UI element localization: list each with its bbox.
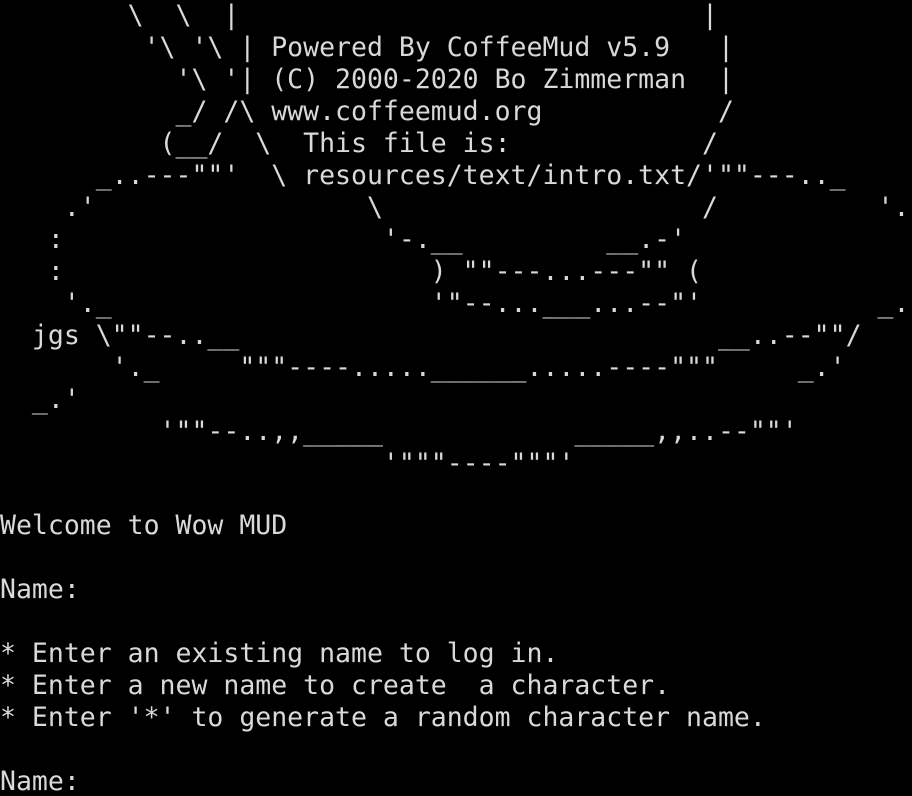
name-prompt-label: Name: <box>0 574 80 605</box>
instruction-line: * Enter a new name to create a character… <box>0 670 671 701</box>
banner-line: _..---""' \ resources/text/intro.txt/'""… <box>0 160 846 191</box>
banner-line: '""--..,,_____ _____,,..--""' <box>0 416 798 447</box>
banner-line: .' \ / '. <box>0 192 910 223</box>
banner-line: jgs \""--..__ __..--""/ <box>0 320 862 351</box>
banner-line: : '-.__ __.-' : <box>0 224 912 255</box>
banner-line: \ \ | | <box>0 0 718 31</box>
banner-line: '._ """----.....______.....----""" _.' <box>0 352 846 383</box>
banner-line: _/ /\ www.coffeemud.org / <box>0 96 734 127</box>
instruction-line: * Enter an existing name to log in. <box>0 638 559 669</box>
instruction-line: * Enter '*' to generate a random charact… <box>0 702 766 733</box>
welcome-message: Welcome to Wow MUD <box>0 510 288 541</box>
banner-line: '"""----"""' <box>0 448 575 479</box>
terminal-screen[interactable]: \ \ | | '\ '\ | Powered By CoffeeMud v5.… <box>0 0 912 796</box>
name-prompt-text: Name: <box>0 766 80 796</box>
name-input-prompt[interactable]: Name: <box>0 766 80 796</box>
banner-line: '\ '\ | Powered By CoffeeMud v5.9 | <box>0 32 734 63</box>
banner-line: '\ '| (C) 2000-2020 Bo Zimmerman | <box>0 64 734 95</box>
banner-line: : ) ""---...---"" ( : <box>0 256 912 287</box>
banner-line: _.' <box>0 384 80 415</box>
banner-line: '._ '"--...___...--"' _.' <box>0 288 912 319</box>
banner-line: (__/ \ This file is: / <box>0 128 718 159</box>
